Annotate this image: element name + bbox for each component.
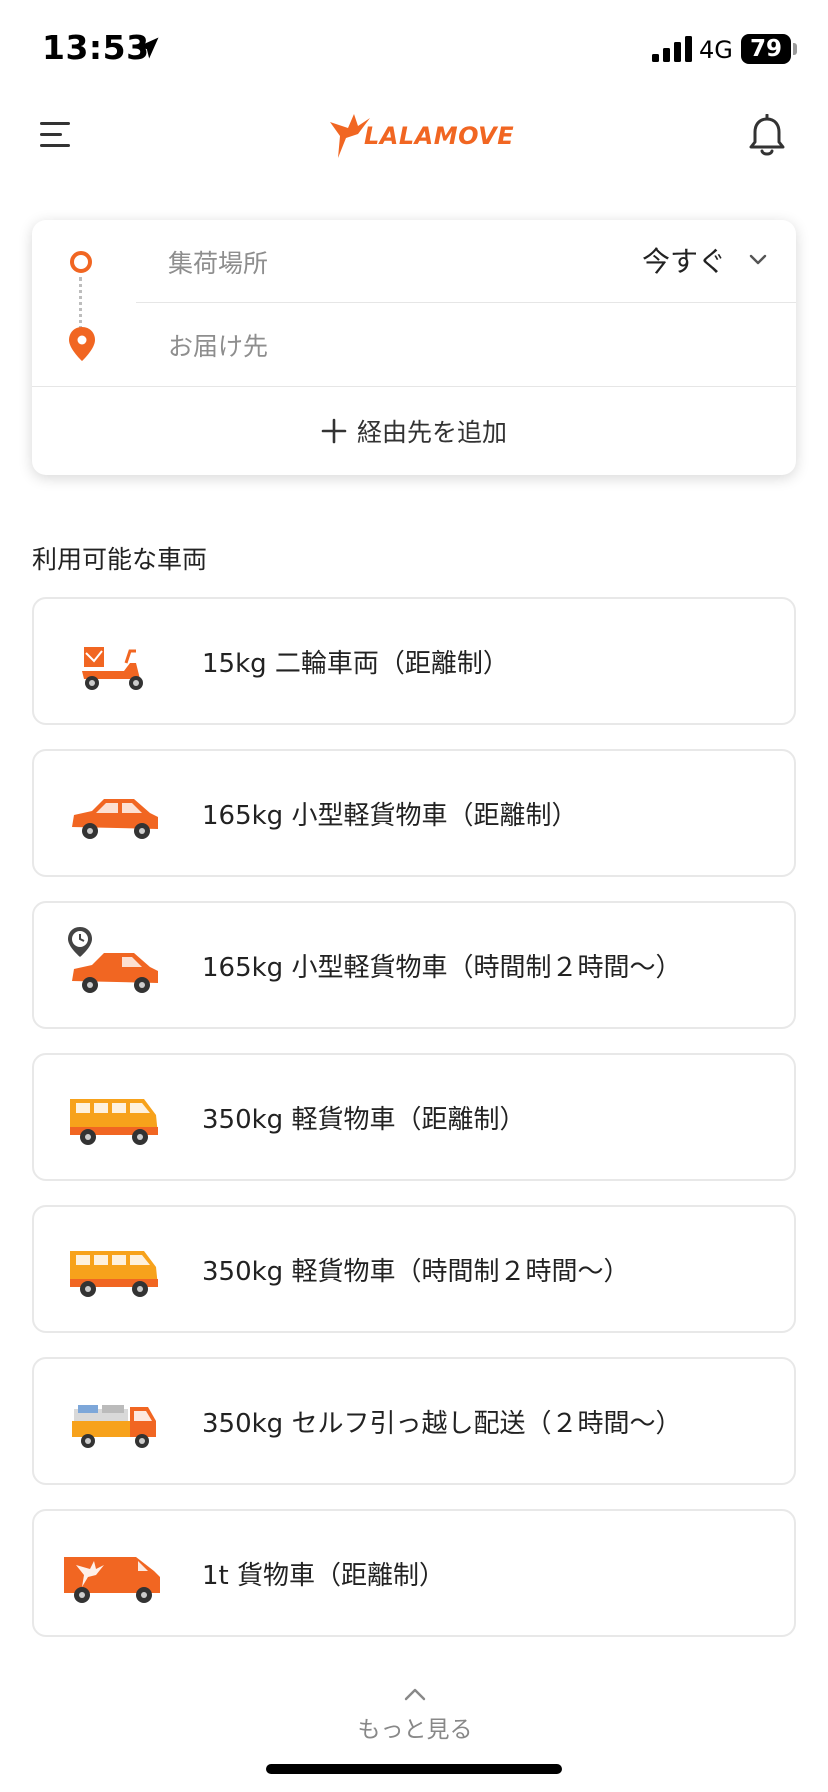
bell-icon[interactable]: [746, 114, 788, 158]
vehicle-label: 165kg 小型軽貨物車（時間制２時間〜）: [202, 953, 682, 983]
time-value: 今すぐ: [641, 245, 726, 278]
chevron-up-icon: [404, 1688, 426, 1701]
vehicles-section-title: 利用可能な車両: [32, 545, 208, 574]
vehicle-label: 15kg 二輪車両（距離制）: [202, 649, 509, 679]
vehicle-label: 350kg 軽貨物車（時間制２時間〜）: [202, 1257, 630, 1287]
battery-cap: [793, 43, 797, 55]
lalamove-logo: LALAMOVE: [328, 108, 514, 164]
add-stop-button[interactable]: 経由先を追加: [32, 387, 796, 475]
time-select[interactable]: 今すぐ: [642, 238, 768, 282]
pickup-dot-icon: [70, 251, 92, 273]
chevron-down-icon: [749, 254, 767, 265]
plus-icon: [321, 418, 347, 444]
vehicle-option-compact-car-hourly[interactable]: 165kg 小型軽貨物車（時間制２時間〜）: [32, 901, 796, 1029]
location-arrow-icon: [137, 37, 159, 59]
menu-bar: [40, 122, 70, 125]
vehicle-list: 15kg 二輪車両（距離制） 165kg 小型軽貨物車（距離制） 165kg 小…: [32, 597, 796, 1661]
vehicle-option-minivan[interactable]: 350kg 軽貨物車（距離制）: [32, 1053, 796, 1181]
menu-bar: [40, 133, 62, 136]
destination-field[interactable]: お届け先: [136, 303, 796, 385]
scooter-icon: [82, 647, 143, 690]
vehicle-label: 1t 貨物車（距離制）: [202, 1561, 446, 1591]
menu-bar: [40, 144, 70, 147]
logo-text: LALAMOVE: [364, 122, 515, 150]
add-stop-label: 経由先を追加: [356, 418, 507, 447]
vehicle-option-bike[interactable]: 15kg 二輪車両（距離制）: [32, 597, 796, 725]
vehicle-label: 165kg 小型軽貨物車（距離制）: [202, 801, 578, 831]
menu-button[interactable]: [40, 118, 74, 152]
show-more-label: もっと見る: [357, 1717, 473, 1743]
home-indicator: [266, 1764, 562, 1774]
vehicle-option-minivan-hourly[interactable]: 350kg 軽貨物車（時間制２時間〜）: [32, 1205, 796, 1333]
route-card: 集荷場所 今すぐ お届け先 経由先を追加: [32, 220, 796, 475]
destination-placeholder: お届け先: [168, 332, 269, 361]
compact-car-clock-icon: [68, 927, 158, 993]
show-more-button[interactable]: もっと見る: [330, 1680, 500, 1750]
network-type: 4G: [699, 36, 733, 64]
light-truck-icon: [72, 1405, 156, 1448]
vehicle-option-large-van[interactable]: 1t 貨物車（距離制）: [32, 1509, 796, 1637]
compact-car-icon: [72, 799, 158, 839]
large-van-icon: [64, 1557, 160, 1603]
pickup-placeholder: 集荷場所: [168, 249, 269, 278]
vehicle-label: 350kg セルフ引っ越し配送（２時間〜）: [202, 1409, 682, 1439]
minivan-icon: [70, 1099, 158, 1145]
minivan-icon: [70, 1251, 158, 1297]
vehicle-option-light-truck[interactable]: 350kg セルフ引っ越し配送（２時間〜）: [32, 1357, 796, 1485]
pickup-field[interactable]: 集荷場所 今すぐ: [136, 220, 796, 302]
destination-pin-icon: [69, 327, 95, 361]
signal-icon: [652, 36, 692, 62]
vehicle-label: 350kg 軽貨物車（距離制）: [202, 1105, 526, 1135]
vehicle-option-compact-car[interactable]: 165kg 小型軽貨物車（距離制）: [32, 749, 796, 877]
status-bar: 13:53 4G 79: [0, 0, 828, 100]
battery-level: 79: [741, 34, 791, 64]
